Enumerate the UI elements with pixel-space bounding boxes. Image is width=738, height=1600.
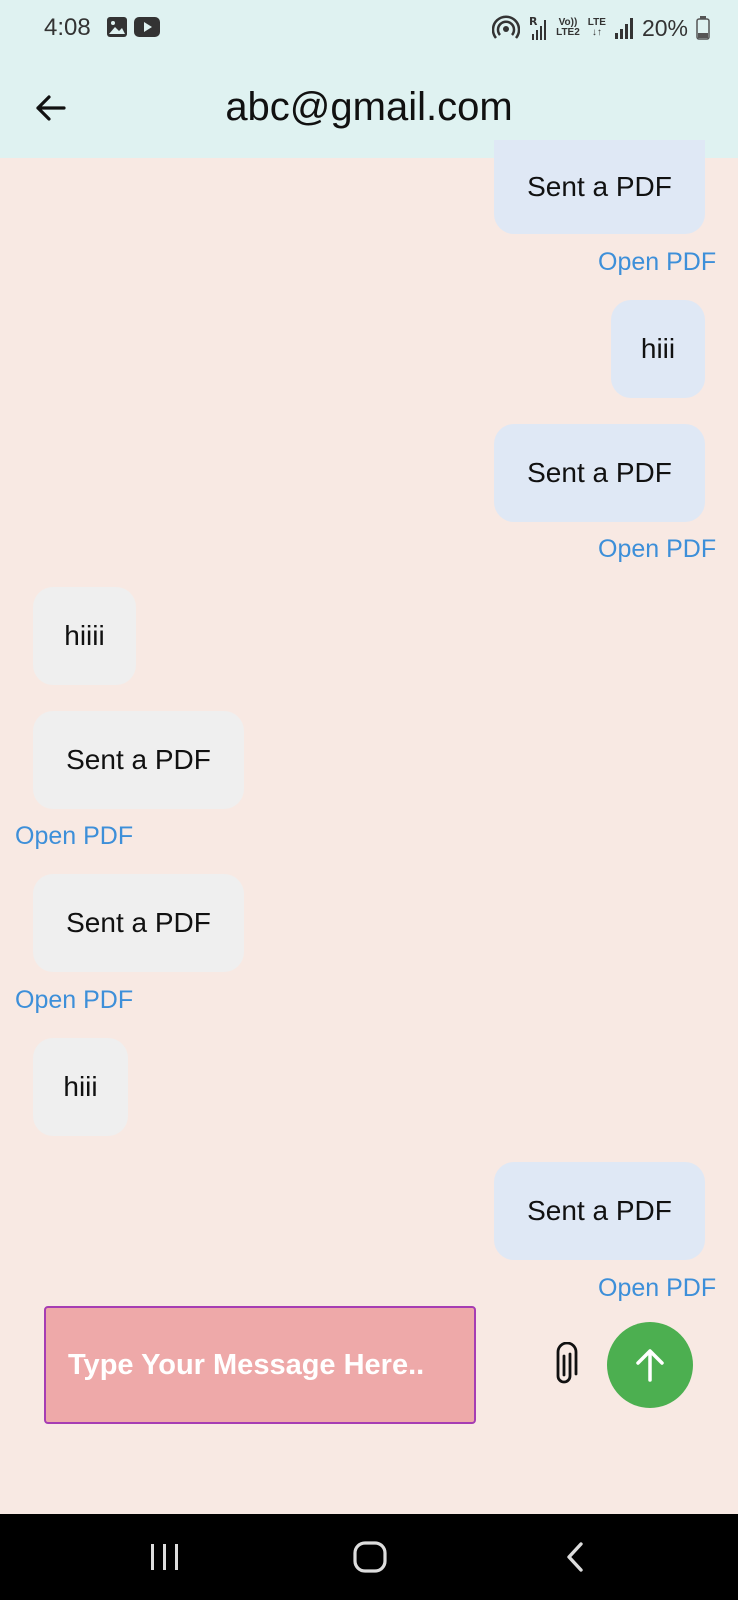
system-nav-bar [0,1514,738,1600]
lte-indicator: LTE ↓↑ [587,17,606,38]
status-time: 4:08 [44,14,91,41]
back-icon[interactable] [561,1536,591,1578]
send-button[interactable] [607,1322,693,1408]
youtube-icon [134,17,160,37]
signal-icon [614,18,633,39]
battery-percent: 20% [641,14,688,41]
gallery-icon [107,17,127,37]
attach-button[interactable] [548,1341,582,1388]
message-bubble-received: Sent a PDF [33,874,244,972]
home-icon[interactable] [351,1536,389,1578]
volte-indicator: Vo)) LTE2 [556,17,580,38]
recent-apps-icon[interactable] [148,1536,182,1578]
top-bar: 4:08 R Vo)) LTE2 LTE ↓↑ 20% abc@gmail.co… [0,0,738,158]
message-bubble-received: Sent a PDF [33,711,244,809]
message-bubble-sent: hiii [611,300,705,398]
arrow-up-icon [636,1349,664,1382]
open-pdf-link[interactable]: Open PDF [598,248,716,277]
status-bar: 4:08 R Vo)) LTE2 LTE ↓↑ 20% [0,0,738,56]
open-pdf-link[interactable]: Open PDF [15,822,133,851]
open-pdf-link[interactable]: Open PDF [598,1274,716,1303]
hotspot-icon [492,15,521,39]
message-bubble-received: hiii [33,1038,128,1136]
roaming-signal-icon: R [529,15,547,40]
message-bubble-sent: Sent a PDF [494,424,705,522]
message-bubble-received: hiiii [33,587,136,685]
paperclip-icon [556,1341,578,1384]
message-bubble-sent: Sent a PDF [494,1162,705,1260]
svg-text:R: R [529,15,538,28]
page-title: abc@gmail.com [225,85,513,129]
status-indicators: R Vo)) LTE2 LTE ↓↑ 20% [492,12,710,44]
open-pdf-link[interactable]: Open PDF [598,535,716,564]
message-bubble-sent: Sent a PDF [494,140,705,234]
open-pdf-link[interactable]: Open PDF [15,986,133,1015]
battery-icon [696,16,710,40]
message-input[interactable]: Type Your Message Here.. [44,1306,476,1424]
